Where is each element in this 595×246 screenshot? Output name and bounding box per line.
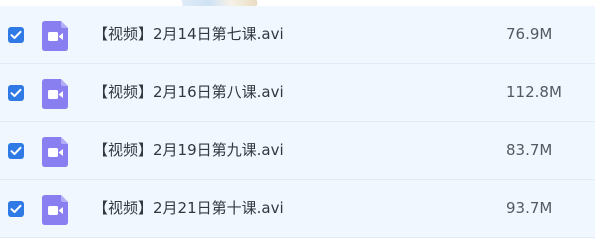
checkmark-icon <box>10 204 22 213</box>
file-size: 83.7M <box>506 141 553 159</box>
checkmark-icon <box>10 146 22 155</box>
file-size: 76.9M <box>506 25 553 43</box>
file-row[interactable]: 【视频】2月14日第七课.avi 76.9M <box>0 6 595 64</box>
file-row[interactable]: 【视频】2月19日第九课.avi 83.7M <box>0 122 595 180</box>
row-checkbox[interactable] <box>8 201 24 217</box>
video-file-icon <box>42 79 68 109</box>
file-name[interactable]: 【视频】2月14日第七课.avi <box>93 23 284 45</box>
file-list: 【视频】2月14日第七课.avi 76.9M 【视频】2月16日第八课.avi … <box>0 0 595 246</box>
row-checkbox[interactable] <box>8 27 24 43</box>
video-file-icon <box>42 137 68 167</box>
row-checkbox[interactable] <box>8 85 24 101</box>
video-file-icon <box>42 195 68 225</box>
file-name[interactable]: 【视频】2月19日第九课.avi <box>93 139 284 161</box>
checkmark-icon <box>10 88 22 97</box>
file-row[interactable]: 【视频】2月16日第八课.avi 112.8M <box>0 64 595 122</box>
file-name[interactable]: 【视频】2月16日第八课.avi <box>93 81 284 103</box>
file-size: 93.7M <box>506 199 553 217</box>
video-file-icon <box>42 21 68 51</box>
file-size: 112.8M <box>506 83 562 101</box>
row-checkbox[interactable] <box>8 143 24 159</box>
checkmark-icon <box>10 30 22 39</box>
file-name[interactable]: 【视频】2月21日第十课.avi <box>93 197 284 219</box>
file-row[interactable]: 【视频】2月21日第十课.avi 93.7M <box>0 180 595 238</box>
